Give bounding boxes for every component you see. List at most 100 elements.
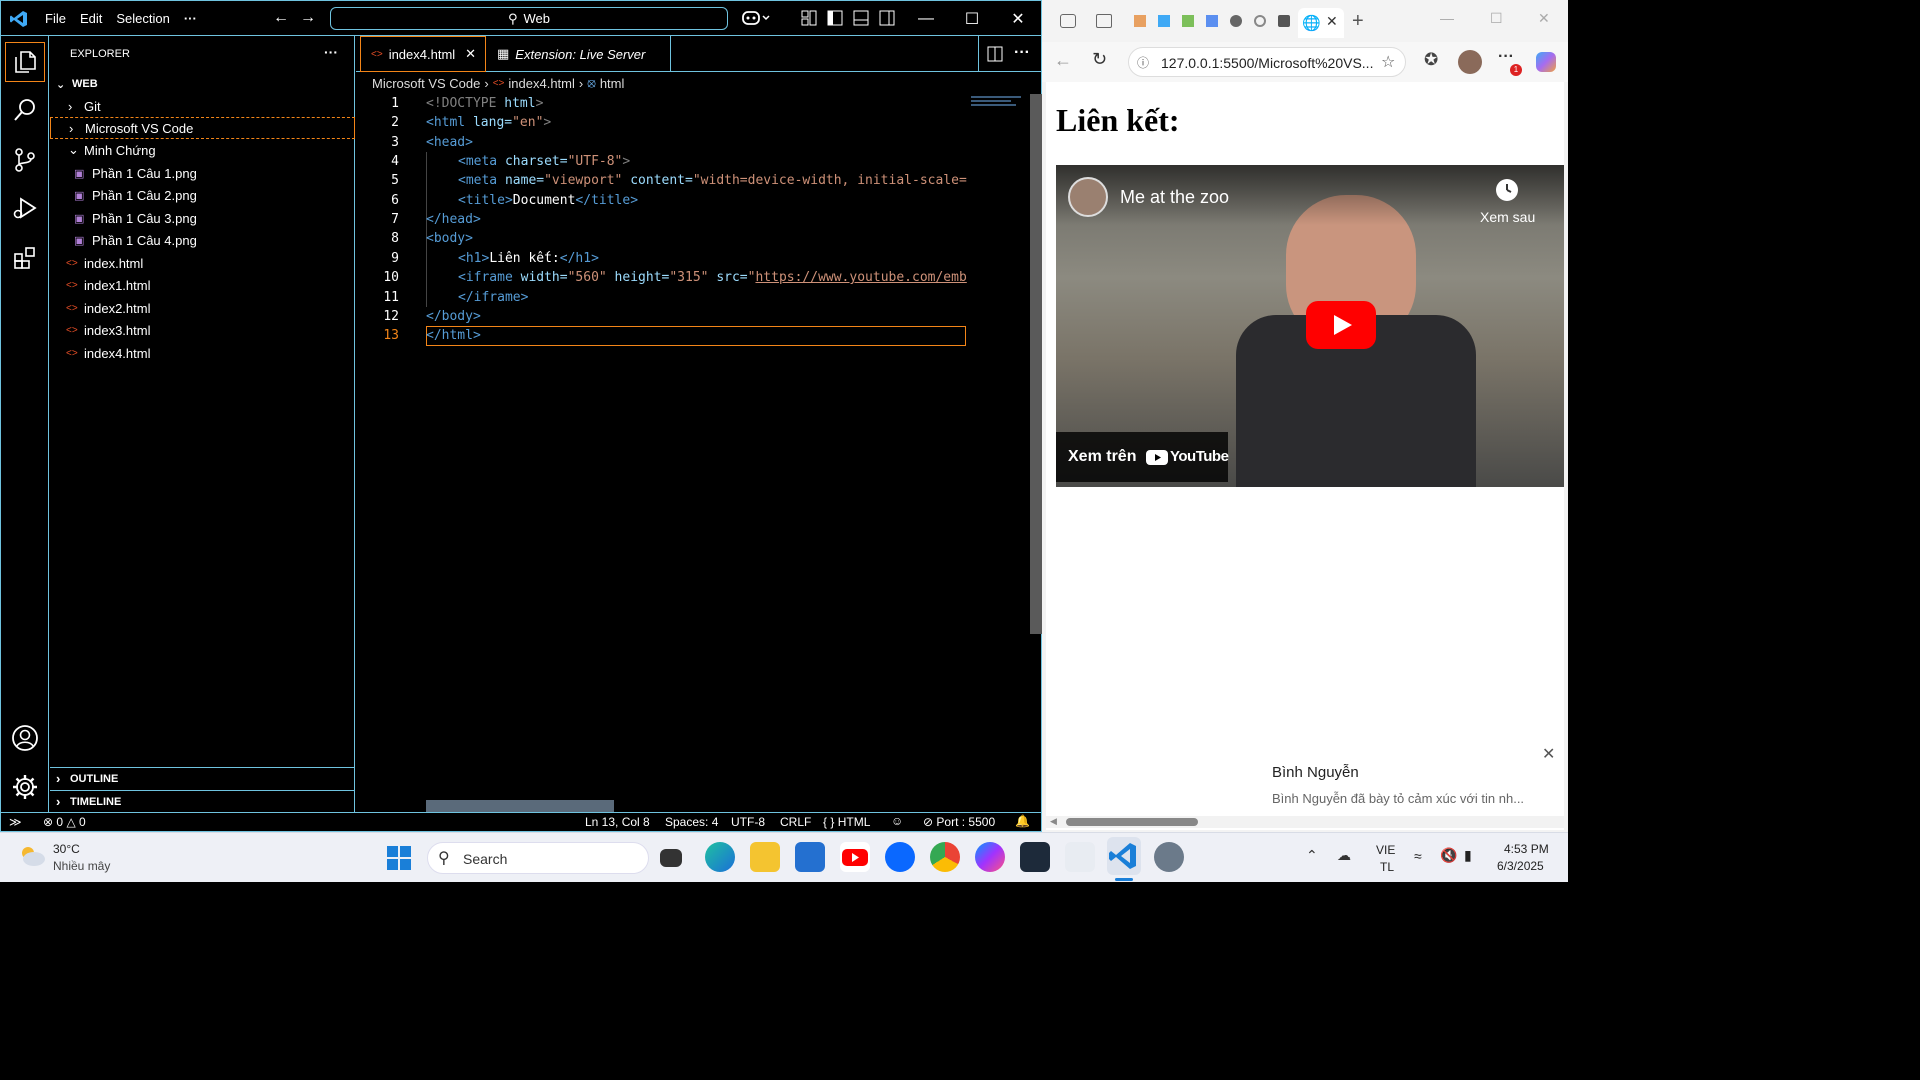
explorer-more-button[interactable]: ··· [324, 44, 338, 60]
vertical-scrollbar[interactable] [1030, 94, 1042, 634]
tree-item-minh-chung[interactable]: ⌄ Minh Chứng [50, 139, 355, 161]
clock-icon[interactable] [1496, 179, 1518, 201]
youtube-app-icon[interactable] [840, 842, 870, 872]
maximize-button[interactable]: ☐ [949, 1, 995, 36]
chrome-icon[interactable] [930, 842, 960, 872]
cursor-position[interactable]: Ln 13, Col 8 [585, 815, 650, 829]
indentation[interactable]: Spaces: 4 [665, 815, 718, 829]
scroll-left-icon[interactable]: ◀ [1050, 816, 1057, 827]
watch-later-label[interactable]: Xem sau [1480, 209, 1535, 225]
youtube-embed[interactable]: Me at the zoo Xem sau Xem trên YouTube [1056, 165, 1564, 487]
chevron-up-icon[interactable]: ⌃ [1306, 847, 1318, 864]
workspace-header[interactable]: ⌄ WEB [50, 73, 355, 95]
menu-more[interactable]: ··· [184, 11, 197, 26]
end-of-line[interactable]: CRLF [780, 815, 811, 829]
windows-start-icon[interactable] [387, 846, 411, 870]
vertical-tabs-icon[interactable] [1096, 14, 1112, 28]
back-arrow-icon[interactable]: ← [1054, 50, 1072, 71]
tab-favicon-icon[interactable] [1134, 15, 1146, 27]
notifications-bell-icon[interactable]: 🔔 [1015, 814, 1030, 828]
speaker-muted-icon[interactable]: 🔇 [1440, 847, 1457, 864]
outline-section[interactable]: › OUTLINE [50, 767, 355, 789]
tree-item-index2[interactable]: <> index2.html [50, 297, 355, 319]
search-view-icon[interactable] [5, 90, 45, 130]
messenger-icon[interactable] [975, 842, 1005, 872]
tab-favicon-icon[interactable] [1206, 15, 1218, 27]
accounts-icon[interactable] [5, 718, 45, 758]
input-language[interactable]: VIE [1376, 843, 1395, 857]
tab-github-icon[interactable] [1230, 15, 1242, 27]
copilot-status-icon[interactable]: ☺ [891, 814, 903, 828]
tab-favicon-icon[interactable] [1278, 15, 1290, 27]
breadcrumb-symbol[interactable]: html [600, 76, 625, 91]
remote-icon[interactable]: ≫ [9, 815, 22, 829]
battery-icon[interactable]: ▮ [1464, 847, 1472, 864]
settings-more-icon[interactable]: ··· [1498, 48, 1514, 66]
menu-selection[interactable]: Selection [116, 11, 169, 26]
tree-item-image-3[interactable]: ▣ Phần 1 Câu 3.png [50, 207, 355, 229]
close-tab-icon[interactable]: ✕ [1326, 13, 1338, 30]
favorite-star-icon[interactable]: ☆ [1381, 52, 1395, 72]
menu-file[interactable]: File [45, 11, 66, 26]
run-debug-icon[interactable] [5, 188, 45, 228]
close-tab-icon[interactable]: ✕ [465, 46, 476, 62]
code-editor[interactable]: 1 2 3 4 5 6 7 8 9 10 11 12 13 <!DOCTYPE … [356, 94, 1042, 812]
command-center[interactable]: ⚲ Web [330, 7, 728, 30]
favorites-icon[interactable]: ✪ [1424, 50, 1438, 70]
settings-gear-icon[interactable] [1154, 842, 1184, 872]
workspaces-icon[interactable] [1060, 14, 1076, 28]
address-bar[interactable]: ⓘ 127.0.0.1:5500/Microsoft%20VS... ☆ [1128, 47, 1406, 77]
browser-maximize-button[interactable]: ☐ [1490, 10, 1503, 27]
profile-avatar[interactable] [1458, 50, 1482, 74]
solitaire-icon[interactable] [1065, 842, 1095, 872]
explorer-icon[interactable] [5, 42, 45, 82]
tree-item-image-1[interactable]: ▣ Phần 1 Câu 1.png [50, 162, 355, 184]
input-method[interactable]: TL [1380, 860, 1394, 874]
tree-item-image-2[interactable]: ▣ Phần 1 Câu 2.png [50, 184, 355, 206]
tree-item-image-4[interactable]: ▣ Phần 1 Câu 4.png [50, 229, 355, 251]
microsoft-store-icon[interactable] [795, 842, 825, 872]
tab-favicon-icon[interactable] [1182, 15, 1194, 27]
breadcrumb-folder[interactable]: Microsoft VS Code [372, 76, 480, 91]
play-button[interactable] [1306, 301, 1376, 349]
editor-more-actions[interactable]: ··· [1014, 44, 1030, 62]
watch-on-youtube-button[interactable]: Xem trên YouTube [1056, 432, 1229, 482]
toggle-panel-icon[interactable] [853, 10, 869, 29]
nav-forward-icon[interactable]: → [300, 9, 316, 27]
new-tab-button[interactable]: + [1352, 10, 1364, 33]
browser-close-button[interactable]: ✕ [1538, 10, 1550, 27]
timeline-section[interactable]: › TIMELINE [50, 790, 355, 812]
weather-cloud-icon[interactable] [18, 845, 46, 867]
toggle-secondary-sidebar-icon[interactable] [879, 10, 895, 29]
video-title[interactable]: Me at the zoo [1120, 187, 1229, 208]
code-link[interactable]: https://www.youtube.com/emb [755, 270, 966, 285]
tab-index4-html[interactable]: <> index4.html ✕ [360, 36, 486, 72]
close-button[interactable]: ✕ [995, 1, 1041, 36]
tab-extension-live-server[interactable]: ▦ Extension: Live Server [487, 36, 671, 72]
tree-item-microsoft-vs-code[interactable]: › Microsoft VS Code [50, 117, 355, 139]
browser-minimize-button[interactable]: — [1440, 10, 1454, 26]
manage-gear-icon[interactable] [5, 767, 45, 807]
weather-temp[interactable]: 30°C [53, 842, 80, 856]
file-explorer-icon[interactable] [750, 842, 780, 872]
split-editor-icon[interactable] [987, 46, 1003, 67]
extensions-icon[interactable] [5, 238, 45, 278]
tab-vscode-icon[interactable] [1158, 15, 1170, 27]
wifi-icon[interactable]: ≈ [1414, 848, 1422, 864]
tree-item-index3[interactable]: <> index3.html [50, 319, 355, 341]
source-control-icon[interactable] [5, 140, 45, 180]
task-view-icon[interactable] [660, 849, 682, 867]
nav-back-icon[interactable]: ← [273, 9, 289, 27]
tree-item-index1[interactable]: <> index1.html [50, 274, 355, 296]
horizontal-scrollbar[interactable] [426, 800, 614, 812]
minimap[interactable] [971, 94, 1027, 114]
tree-item-git[interactable]: › Git [50, 95, 355, 117]
tree-item-index4[interactable]: <> index4.html [50, 342, 355, 364]
active-browser-tab[interactable]: 🌐 ✕ [1298, 8, 1344, 38]
problems-status[interactable]: ⊗ 0 △ 0 [43, 815, 86, 829]
vscode-taskbar-icon[interactable] [1107, 837, 1141, 875]
customize-layout-icon[interactable] [801, 10, 817, 29]
breadcrumb-file[interactable]: index4.html [508, 76, 574, 91]
encoding[interactable]: UTF-8 [731, 815, 765, 829]
zalo-icon[interactable] [885, 842, 915, 872]
